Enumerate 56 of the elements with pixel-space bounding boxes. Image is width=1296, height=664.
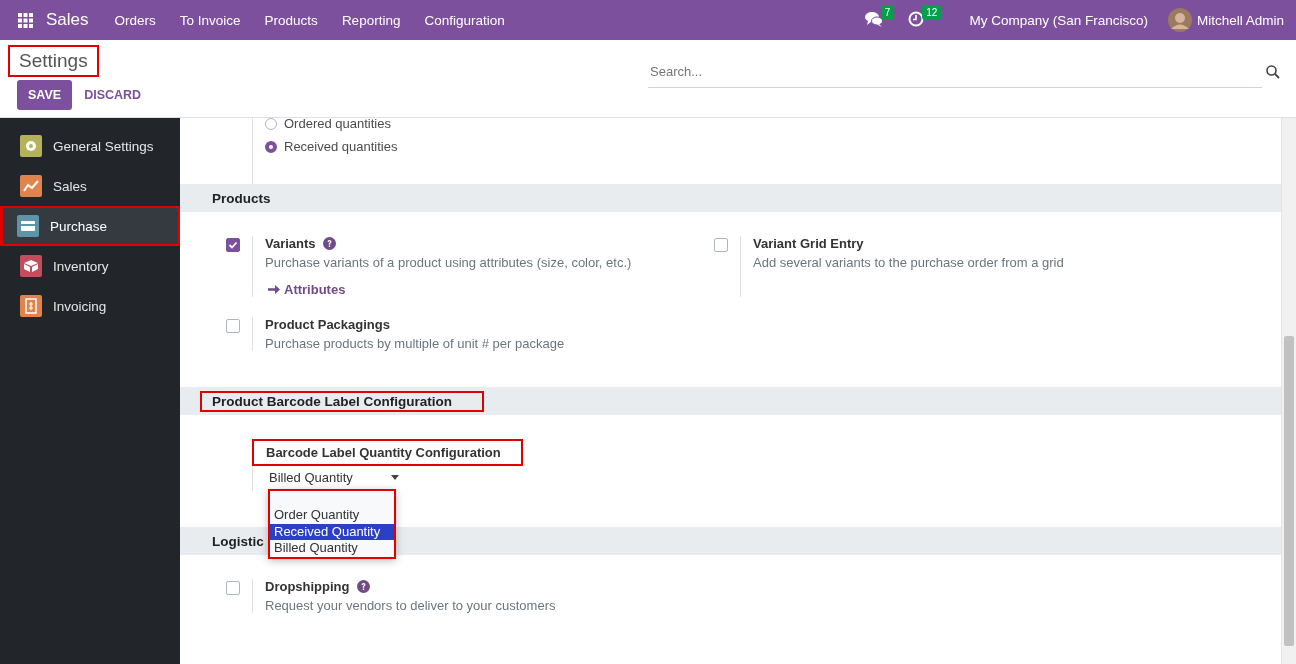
chat-icon[interactable] — [864, 11, 883, 27]
sidebar-item[interactable]: Purchase — [0, 206, 180, 246]
sidebar-item[interactable]: Inventory — [0, 246, 180, 286]
company-switcher[interactable]: My Company (San Francisco) — [969, 12, 1148, 28]
arrow-right-icon — [268, 284, 280, 295]
menu-item[interactable]: Reporting — [329, 12, 413, 28]
menu-item[interactable]: To Invoice — [167, 12, 253, 28]
user-menu[interactable]: Mitchell Admin — [1196, 12, 1284, 28]
setting-description: Request your vendors to deliver to your customers — [265, 598, 556, 613]
search-icon[interactable] — [1266, 65, 1280, 79]
help-icon[interactable] — [322, 237, 336, 250]
setting-description: Purchase products by multiple of unit # per package — [265, 336, 565, 351]
clock-icon[interactable] — [908, 11, 925, 27]
setting-description: Purchase variants of a product using attributes (size, color, etc.) — [265, 255, 632, 270]
radio-option[interactable]: Ordered quantities — [265, 118, 391, 131]
menu-item[interactable]: Products — [252, 12, 330, 28]
activity-count-badge: 12 — [922, 5, 942, 20]
discard-button[interactable]: DISCARD — [76, 80, 150, 110]
help-icon[interactable] — [356, 580, 370, 593]
scrollbar-thumb[interactable] — [1284, 336, 1294, 646]
app-name[interactable]: Sales — [46, 10, 89, 30]
checkbox[interactable] — [226, 238, 240, 252]
dropdown-option[interactable]: Received Quantity — [270, 523, 394, 540]
search-field[interactable]: Search... — [648, 56, 1262, 88]
dropdown-option[interactable]: Order Quantity — [270, 507, 394, 524]
setting-title: Dropshipping — [265, 579, 350, 594]
caret-icon — [390, 475, 399, 480]
avatar-icon[interactable] — [1167, 8, 1192, 32]
sidebar-item[interactable]: General Settings — [0, 126, 180, 166]
checkbox[interactable] — [226, 581, 240, 595]
message-count-badge: 7 — [880, 5, 895, 20]
setting-title: Variants — [265, 236, 316, 251]
menu-item[interactable]: Configuration — [412, 12, 517, 28]
scrollbar[interactable] — [1281, 118, 1296, 664]
section-title: Products — [211, 189, 272, 208]
radio-button[interactable] — [265, 118, 277, 130]
setting-title: Variant Grid Entry — [753, 236, 864, 251]
dropdown-option[interactable]: Billed Quantity — [270, 540, 394, 557]
sidebar-item[interactable]: Sales — [0, 166, 180, 206]
attributes-link[interactable]: Attributes — [268, 282, 346, 297]
radio-button[interactable] — [265, 140, 277, 153]
check-icon — [227, 239, 239, 251]
section-title: Logistic — [211, 532, 265, 551]
breadcrumb-title: Settings — [8, 45, 99, 77]
sidebar-item[interactable]: Invoicing — [0, 286, 180, 326]
select-field[interactable]: Billed Quantity — [253, 468, 405, 491]
radio-option[interactable]: Received quantities — [265, 139, 398, 154]
checkbox[interactable] — [226, 319, 240, 333]
setting-title: Product Packagings — [265, 317, 390, 332]
apps-grid-icon[interactable] — [18, 12, 33, 28]
save-button[interactable]: SAVE — [17, 80, 73, 110]
section-title: Product Barcode Label Configuration — [200, 390, 484, 412]
setting-description: Add several variants to the purchase order from a grid — [753, 255, 1064, 270]
setting-title: Barcode Label Quantity Configuration — [252, 439, 523, 466]
checkbox[interactable] — [714, 238, 728, 252]
menu-item[interactable]: Orders — [102, 12, 168, 28]
